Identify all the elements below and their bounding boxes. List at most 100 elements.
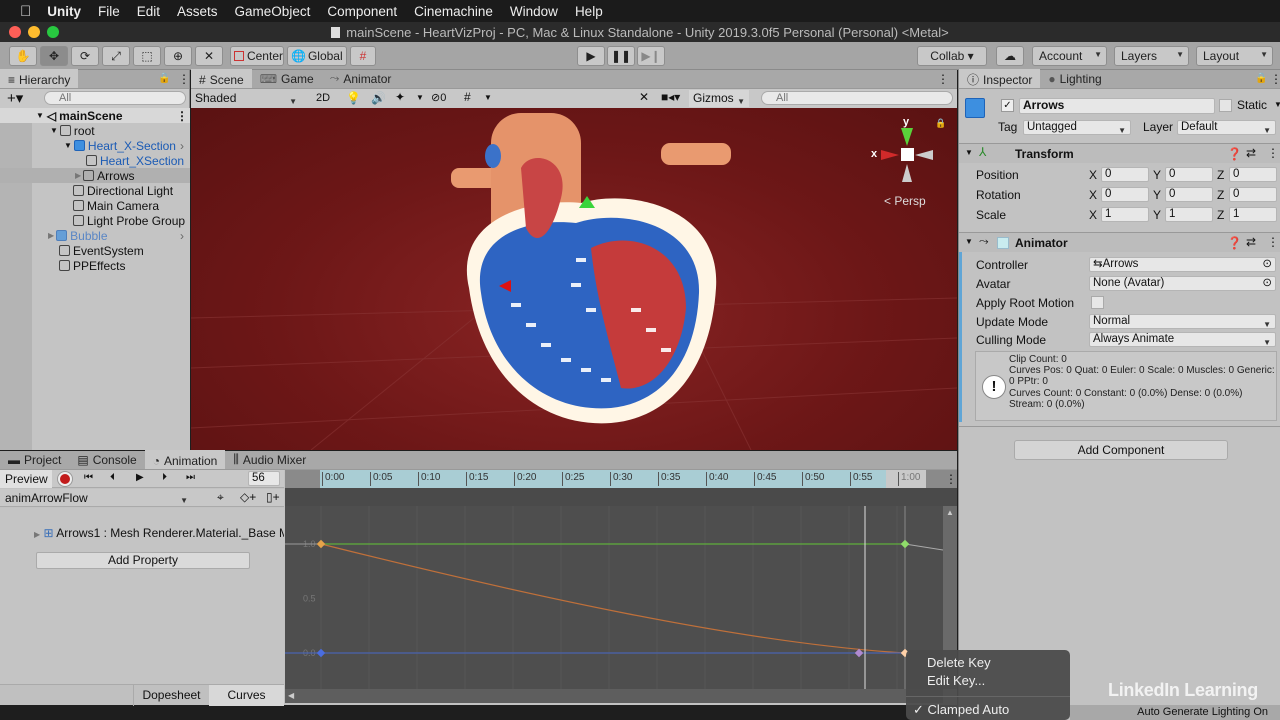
rect-tool-button[interactable]: ⬚ bbox=[133, 46, 161, 66]
axis-z-label[interactable]: Z bbox=[1217, 168, 1224, 182]
layer-dropdown[interactable]: Default ▼ bbox=[1177, 120, 1276, 135]
object-name-input[interactable]: Arrows bbox=[1019, 98, 1215, 114]
menu-component[interactable]: Component bbox=[327, 4, 397, 19]
scale-x-input[interactable]: 1 bbox=[1101, 207, 1149, 222]
tab-lighting[interactable]: ● Lighting bbox=[1040, 69, 1109, 88]
tab-hierarchy[interactable]: ≡ Hierarchy bbox=[0, 69, 79, 88]
minimize-window-button[interactable] bbox=[28, 26, 40, 38]
active-checkbox[interactable]: ✓ bbox=[1001, 99, 1014, 112]
presets-icon[interactable]: ⇄ bbox=[1246, 235, 1256, 249]
scroll-left-icon[interactable]: ◀ bbox=[288, 691, 294, 700]
position-z-input[interactable]: 0 bbox=[1229, 167, 1277, 182]
tree-item-arrows[interactable]: ▶ Arrows bbox=[0, 168, 190, 183]
pivot-toggle[interactable]: Center bbox=[230, 46, 284, 66]
space-toggle[interactable]: 🌐 Global bbox=[287, 46, 347, 66]
lock-icon[interactable]: 🔒 bbox=[935, 118, 946, 129]
scale-y-input[interactable]: 1 bbox=[1165, 207, 1213, 222]
horizontal-scrollbar[interactable]: ◀ bbox=[285, 689, 943, 703]
gizmos-dropdown[interactable]: Gizmos ▼ bbox=[689, 90, 749, 107]
property-row[interactable]: ▶ ⊞ Arrows1 : Mesh Renderer.Material._Ba… bbox=[34, 526, 284, 540]
add-icon[interactable]: +▾ bbox=[7, 89, 23, 107]
add-component-button[interactable]: Add Component bbox=[1014, 440, 1228, 460]
tree-item-directional-light[interactable]: Directional Light bbox=[0, 183, 173, 198]
tree-item-root[interactable]: ▼ root bbox=[0, 123, 95, 138]
kebab-menu-icon[interactable]: ⋮ bbox=[178, 72, 190, 86]
scene-viewport[interactable]: y x 🔒 < Persp bbox=[191, 108, 957, 450]
layout-dropdown[interactable]: Layout ▼ bbox=[1196, 46, 1273, 66]
expand-arrow-icon[interactable]: ▼ bbox=[64, 141, 72, 150]
effects-icon[interactable]: ✦ bbox=[395, 90, 405, 104]
rotate-tool-button[interactable]: ⟳ bbox=[71, 46, 99, 66]
static-checkbox[interactable] bbox=[1219, 99, 1232, 112]
curve-editor[interactable]: 1.0 0.5 0.0 bbox=[285, 506, 943, 689]
axis-y-label[interactable]: Y bbox=[1153, 168, 1161, 182]
gameobject-cube-icon[interactable] bbox=[965, 98, 985, 118]
foldout-arrow-icon[interactable]: ▼ bbox=[965, 237, 973, 246]
tab-dopesheet[interactable]: Dopesheet bbox=[133, 685, 209, 706]
axis-x-label[interactable]: X bbox=[1089, 188, 1097, 202]
projection-label[interactable]: < Persp bbox=[884, 194, 926, 208]
animator-header[interactable]: ▼ ⤳ Animator ❓ ⇄ ⋮ bbox=[959, 232, 1280, 252]
menu-edit[interactable]: Edit bbox=[137, 4, 160, 19]
scale-z-input[interactable]: 1 bbox=[1229, 207, 1277, 222]
lightbulb-icon[interactable]: 💡 bbox=[346, 91, 361, 105]
rotation-z-input[interactable]: 0 bbox=[1229, 187, 1277, 202]
hidden-objects-toggle[interactable]: ⊘0 bbox=[431, 90, 446, 107]
help-icon[interactable]: ❓ bbox=[1227, 147, 1242, 161]
heart-model[interactable] bbox=[191, 108, 957, 450]
maximize-window-button[interactable] bbox=[47, 26, 59, 38]
transform-header[interactable]: ▼ ⅄ Transform ❓ ⇄ ⋮ bbox=[959, 143, 1280, 163]
object-picker-icon[interactable]: ⊙ bbox=[1262, 258, 1272, 271]
axis-neg-y-cone[interactable] bbox=[902, 164, 912, 182]
axis-x-label[interactable]: X bbox=[1089, 168, 1097, 182]
chevron-down-icon[interactable]: ▼ bbox=[1274, 100, 1280, 109]
tab-game[interactable]: ⌨ Game bbox=[252, 69, 322, 88]
menu-item-clamped-auto[interactable]: ✓ Clamped Auto bbox=[913, 702, 1009, 718]
axis-x-cone[interactable] bbox=[881, 150, 899, 160]
expand-arrow-icon[interactable]: ▶ bbox=[34, 530, 40, 539]
lighting-status[interactable]: Auto Generate Lighting On bbox=[1137, 706, 1268, 718]
presets-icon[interactable]: ⇄ bbox=[1246, 146, 1256, 160]
kebab-menu-icon[interactable]: ⋮ bbox=[937, 72, 949, 86]
menu-help[interactable]: Help bbox=[575, 4, 603, 19]
tab-project[interactable]: ▬ Project bbox=[0, 450, 69, 469]
pause-button[interactable]: ❚❚ bbox=[607, 46, 635, 66]
help-icon[interactable]: ❓ bbox=[1227, 236, 1242, 250]
menu-item-delete-key[interactable]: Delete Key bbox=[927, 655, 991, 670]
step-button[interactable]: ▶❙ bbox=[637, 46, 665, 66]
controller-field[interactable]: ⇆Arrows ⊙ bbox=[1089, 257, 1276, 272]
position-y-input[interactable]: 0 bbox=[1165, 167, 1213, 182]
expand-arrow-icon[interactable]: ▼ bbox=[50, 126, 58, 135]
tab-curves[interactable]: Curves bbox=[209, 685, 284, 706]
rotation-x-input[interactable]: 0 bbox=[1101, 187, 1149, 202]
last-key-button[interactable]: ⏭ bbox=[186, 472, 195, 483]
tree-item-heart-x-section[interactable]: ▼ Heart_X-Section › bbox=[0, 138, 184, 153]
clip-dropdown[interactable]: animArrowFlow ▼ bbox=[0, 489, 192, 507]
event-lane[interactable] bbox=[285, 488, 957, 506]
tab-inspector[interactable]: ⓘ Inspector bbox=[959, 69, 1041, 88]
apple-icon[interactable]:  bbox=[20, 3, 31, 20]
menu-window[interactable]: Window bbox=[510, 4, 558, 19]
move-tool-button[interactable]: ✥ bbox=[40, 46, 68, 66]
close-window-button[interactable] bbox=[9, 26, 21, 38]
first-key-button[interactable]: ⏮ bbox=[84, 472, 93, 483]
position-x-input[interactable]: 0 bbox=[1101, 167, 1149, 182]
prev-key-button[interactable]: ⏴ bbox=[110, 472, 115, 483]
tag-dropdown[interactable]: Untagged ▼ bbox=[1023, 120, 1131, 135]
frame-input[interactable]: 56 bbox=[248, 471, 280, 486]
curve-canvas[interactable]: 1.00.50.0 bbox=[285, 506, 943, 689]
expand-arrow-icon[interactable]: ▶ bbox=[75, 171, 81, 180]
audio-icon[interactable]: 🔊 bbox=[371, 91, 386, 105]
kebab-menu-icon[interactable]: ⋮ bbox=[945, 472, 957, 486]
tab-animation[interactable]: ◔ Animation bbox=[144, 450, 226, 469]
menu-unity[interactable]: Unity bbox=[47, 4, 81, 19]
collab-button[interactable]: Collab ▾ bbox=[917, 46, 987, 66]
root-motion-checkbox[interactable] bbox=[1091, 296, 1104, 309]
scroll-up-icon[interactable]: ▲ bbox=[946, 508, 954, 517]
shading-dropdown[interactable]: Shaded ▼ bbox=[191, 90, 301, 107]
axis-y-label[interactable]: Y bbox=[1153, 188, 1161, 202]
component-enabled-checkbox[interactable] bbox=[997, 237, 1009, 249]
tree-item-light-probe-group[interactable]: Light Probe Group bbox=[0, 213, 185, 228]
axis-y-label[interactable]: Y bbox=[1153, 208, 1161, 222]
add-keyframe-icon[interactable]: ◇+ bbox=[240, 490, 256, 504]
